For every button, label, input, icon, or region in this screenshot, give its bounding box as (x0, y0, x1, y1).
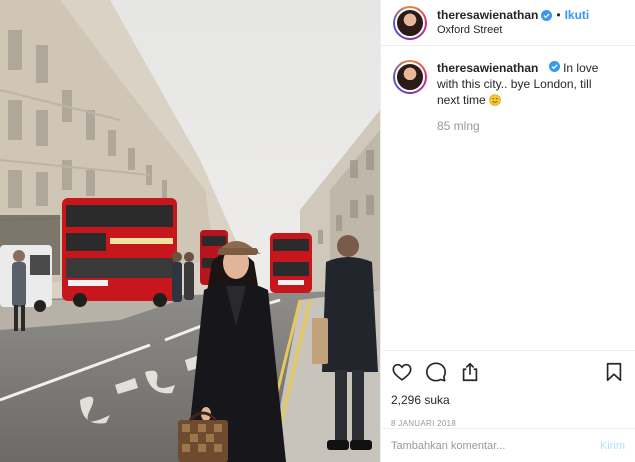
verified-badge-icon (541, 9, 553, 21)
post-date: 8 JANUARI 2018 (391, 419, 457, 428)
send-comment-button[interactable]: Kirim (600, 440, 625, 452)
likes-count[interactable]: 2,296 suka (391, 393, 625, 407)
header-text: theresawienathan • Ikuti Oxford Street (437, 8, 589, 38)
comment-input[interactable] (391, 439, 594, 452)
heart-icon[interactable] (391, 361, 413, 383)
bookmark-icon[interactable] (603, 361, 625, 383)
post-header: theresawienathan • Ikuti Oxford Street (381, 0, 635, 46)
location-link[interactable]: Oxford Street (437, 23, 589, 38)
double-decker-bus-right (270, 233, 312, 293)
caption-username[interactable]: theresawienathan (437, 61, 538, 75)
add-comment-bar: Kirim (381, 428, 635, 462)
instagram-post: theresawienathan • Ikuti Oxford Street t… (0, 0, 635, 462)
verified-badge-icon (548, 61, 560, 72)
double-decker-bus (62, 198, 177, 307)
follow-separator: • (556, 7, 561, 22)
caption-timestamp: 85 mlng (437, 119, 480, 133)
street-photo-illustration (0, 0, 380, 462)
avatar-image (395, 62, 425, 92)
author-username[interactable]: theresawienathan (437, 8, 538, 23)
caption-avatar[interactable] (393, 60, 427, 94)
comments-section: theresawienathan In love with this city.… (381, 46, 635, 134)
avatar-image (395, 7, 425, 38)
post-sidebar: theresawienathan • Ikuti Oxford Street t… (380, 0, 635, 462)
follow-button[interactable]: Ikuti (565, 8, 590, 23)
share-icon[interactable] (459, 361, 481, 383)
header-username-row: theresawienathan • Ikuti (437, 8, 589, 23)
caption: theresawienathan In love with this city.… (393, 60, 623, 134)
comment-icon[interactable] (425, 361, 447, 383)
caption-body: theresawienathan In love with this city.… (437, 60, 617, 134)
action-icons (391, 359, 625, 385)
post-photo[interactable] (0, 0, 380, 462)
post-actions: 2,296 suka 8 JANUARI 2018 (381, 350, 635, 428)
smiling-face-emoji (489, 94, 501, 106)
author-avatar[interactable] (393, 5, 427, 40)
